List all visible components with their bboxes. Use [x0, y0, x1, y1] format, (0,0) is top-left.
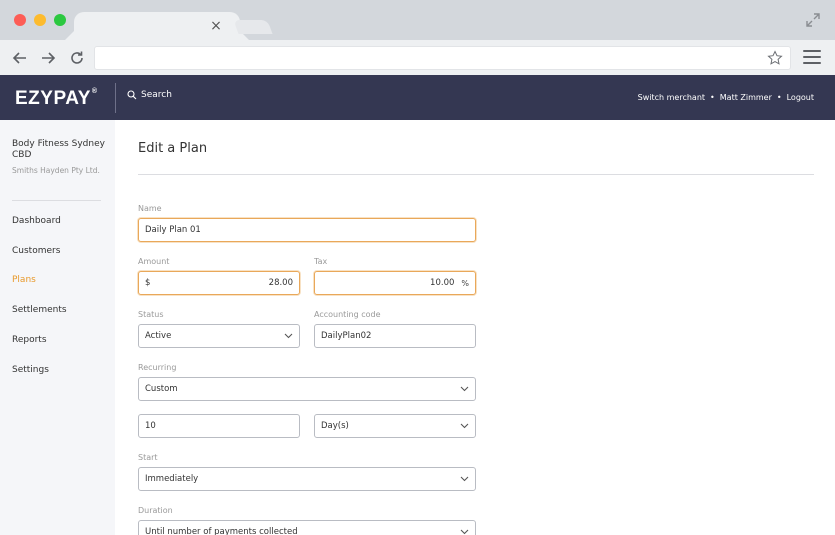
sidebar-item-settings[interactable]: Settings	[12, 365, 49, 375]
percent-suffix: %	[461, 278, 469, 288]
page-title: Edit a Plan	[138, 141, 208, 156]
name-input[interactable]: Daily Plan 01	[138, 218, 476, 242]
start-select[interactable]: Immediately	[138, 467, 476, 491]
browser-chrome: ×	[0, 0, 835, 75]
start-select-value: Immediately	[145, 474, 199, 484]
merchant-company: Smiths Hayden Pty Ltd.	[12, 166, 100, 175]
app-header: EZYPAY® Search Switch merchant • Matt Zi…	[0, 75, 835, 120]
tax-label: Tax	[314, 257, 328, 266]
bookmark-star-icon[interactable]	[767, 50, 783, 66]
interval-input-value: 10	[145, 421, 156, 431]
status-select[interactable]: Active	[138, 324, 300, 348]
amount-input-value: 28.00	[268, 278, 293, 288]
duration-select[interactable]: Until number of payments collected	[138, 520, 476, 535]
maximize-window-button[interactable]	[54, 14, 66, 26]
title-divider	[138, 174, 814, 175]
status-label: Status	[138, 310, 164, 319]
search-label: Search	[141, 90, 172, 100]
header-separator: •	[776, 93, 782, 102]
interval-input[interactable]: 10	[138, 414, 300, 438]
amount-input[interactable]: $ 28.00	[138, 271, 300, 295]
sidebar-item-reports[interactable]: Reports	[12, 335, 47, 345]
chevron-down-icon	[460, 476, 469, 482]
recurring-label: Recurring	[138, 363, 177, 372]
merchant-name: Body Fitness Sydney CBD	[12, 139, 105, 160]
switch-merchant-link[interactable]: Switch merchant	[638, 93, 705, 102]
duration-label: Duration	[138, 506, 173, 515]
reload-icon[interactable]	[68, 49, 86, 67]
amount-label: Amount	[138, 257, 170, 266]
duration-select-value: Until number of payments collected	[145, 527, 298, 535]
interval-unit-select[interactable]: Day(s)	[314, 414, 476, 438]
close-window-button[interactable]	[14, 14, 26, 26]
ezypay-logo[interactable]: EZYPAY®	[15, 88, 98, 110]
forward-arrow-icon[interactable]	[39, 49, 57, 67]
header-links: Switch merchant • Matt Zimmer • Logout	[638, 93, 814, 102]
fullscreen-icon[interactable]	[805, 12, 821, 28]
currency-symbol: $	[145, 278, 151, 288]
sidebar-item-customers[interactable]: Customers	[12, 246, 60, 256]
sidebar-item-plans[interactable]: Plans	[12, 275, 36, 285]
recurring-select[interactable]: Custom	[138, 377, 476, 401]
header-divider	[115, 83, 116, 113]
browser-toolbar	[0, 40, 835, 75]
chevron-down-icon	[284, 333, 293, 339]
sidebar: Body Fitness Sydney CBD Smiths Hayden Pt…	[0, 120, 115, 535]
browser-titlebar: ×	[0, 0, 835, 41]
recurring-select-value: Custom	[145, 384, 178, 394]
sidebar-item-dashboard[interactable]: Dashboard	[12, 216, 61, 226]
address-bar[interactable]	[94, 46, 791, 70]
status-select-value: Active	[145, 331, 172, 341]
browser-menu-icon[interactable]	[803, 50, 821, 66]
accounting-code-label: Accounting code	[314, 310, 381, 319]
search-icon	[127, 90, 137, 100]
user-name-link[interactable]: Matt Zimmer	[720, 93, 772, 102]
chevron-down-icon	[460, 386, 469, 392]
tax-input[interactable]: 10.00 %	[314, 271, 476, 295]
name-input-value: Daily Plan 01	[145, 225, 201, 235]
new-tab-button[interactable]	[233, 20, 273, 34]
chevron-down-icon	[460, 423, 469, 429]
sidebar-item-settlements[interactable]: Settlements	[12, 305, 67, 315]
accounting-code-input[interactable]: DailyPlan02	[314, 324, 476, 348]
back-arrow-icon[interactable]	[11, 49, 29, 67]
sidebar-divider	[12, 200, 101, 201]
tax-input-value: 10.00	[430, 278, 455, 288]
header-separator: •	[710, 93, 715, 102]
name-label: Name	[138, 204, 162, 213]
tab-close-icon[interactable]: ×	[209, 19, 223, 33]
main-content: Edit a Plan Name Daily Plan 01 Amount $ …	[115, 120, 835, 535]
start-label: Start	[138, 453, 158, 462]
accounting-code-value: DailyPlan02	[321, 331, 372, 341]
chevron-down-icon	[460, 529, 469, 535]
interval-unit-value: Day(s)	[321, 421, 349, 431]
logout-link[interactable]: Logout	[787, 93, 814, 102]
search-button[interactable]: Search	[127, 90, 172, 100]
minimize-window-button[interactable]	[34, 14, 46, 26]
